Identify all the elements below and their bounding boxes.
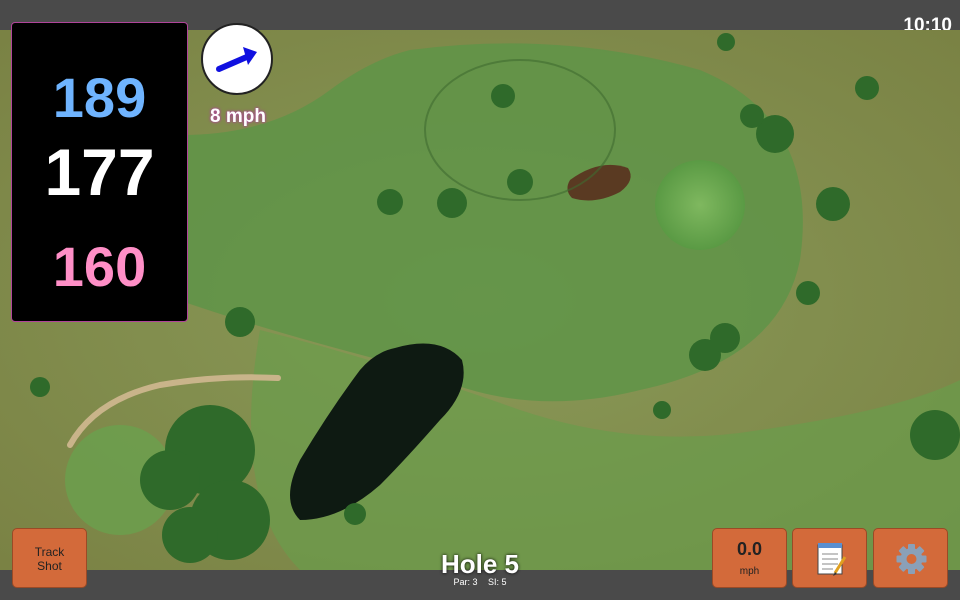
speed-value: 0.0: [736, 539, 763, 559]
notepad-icon: [817, 543, 847, 576]
track-shot-label-line1: Track: [34, 545, 65, 559]
hole-par: Par: 3: [453, 577, 478, 587]
yardage-front: 160: [52, 235, 147, 298]
wind-speed: 8 mph: [210, 106, 266, 127]
hole-stroke-index: SI: 5: [488, 577, 507, 587]
gear-icon: [896, 544, 927, 574]
wind-arrow-icon: [216, 47, 257, 72]
yardage-panel: 189 177 160: [11, 22, 188, 322]
speed-button[interactable]: 0.0 mph: [712, 528, 787, 588]
hole-title: Hole 5: [440, 549, 520, 579]
hole-info: Par: 3 SI: 5: [380, 577, 580, 587]
settings-button[interactable]: [873, 528, 948, 588]
yardage-middle: 177: [44, 135, 155, 209]
notes-button[interactable]: [792, 528, 867, 588]
yardage-back: 189: [52, 66, 147, 129]
track-shot-button[interactable]: Track Shot: [12, 528, 87, 588]
speed-unit: mph: [739, 566, 760, 577]
putting-green: [655, 160, 745, 250]
track-shot-label-line2: Shot: [37, 559, 62, 573]
wind-direction-dial: [201, 23, 273, 95]
